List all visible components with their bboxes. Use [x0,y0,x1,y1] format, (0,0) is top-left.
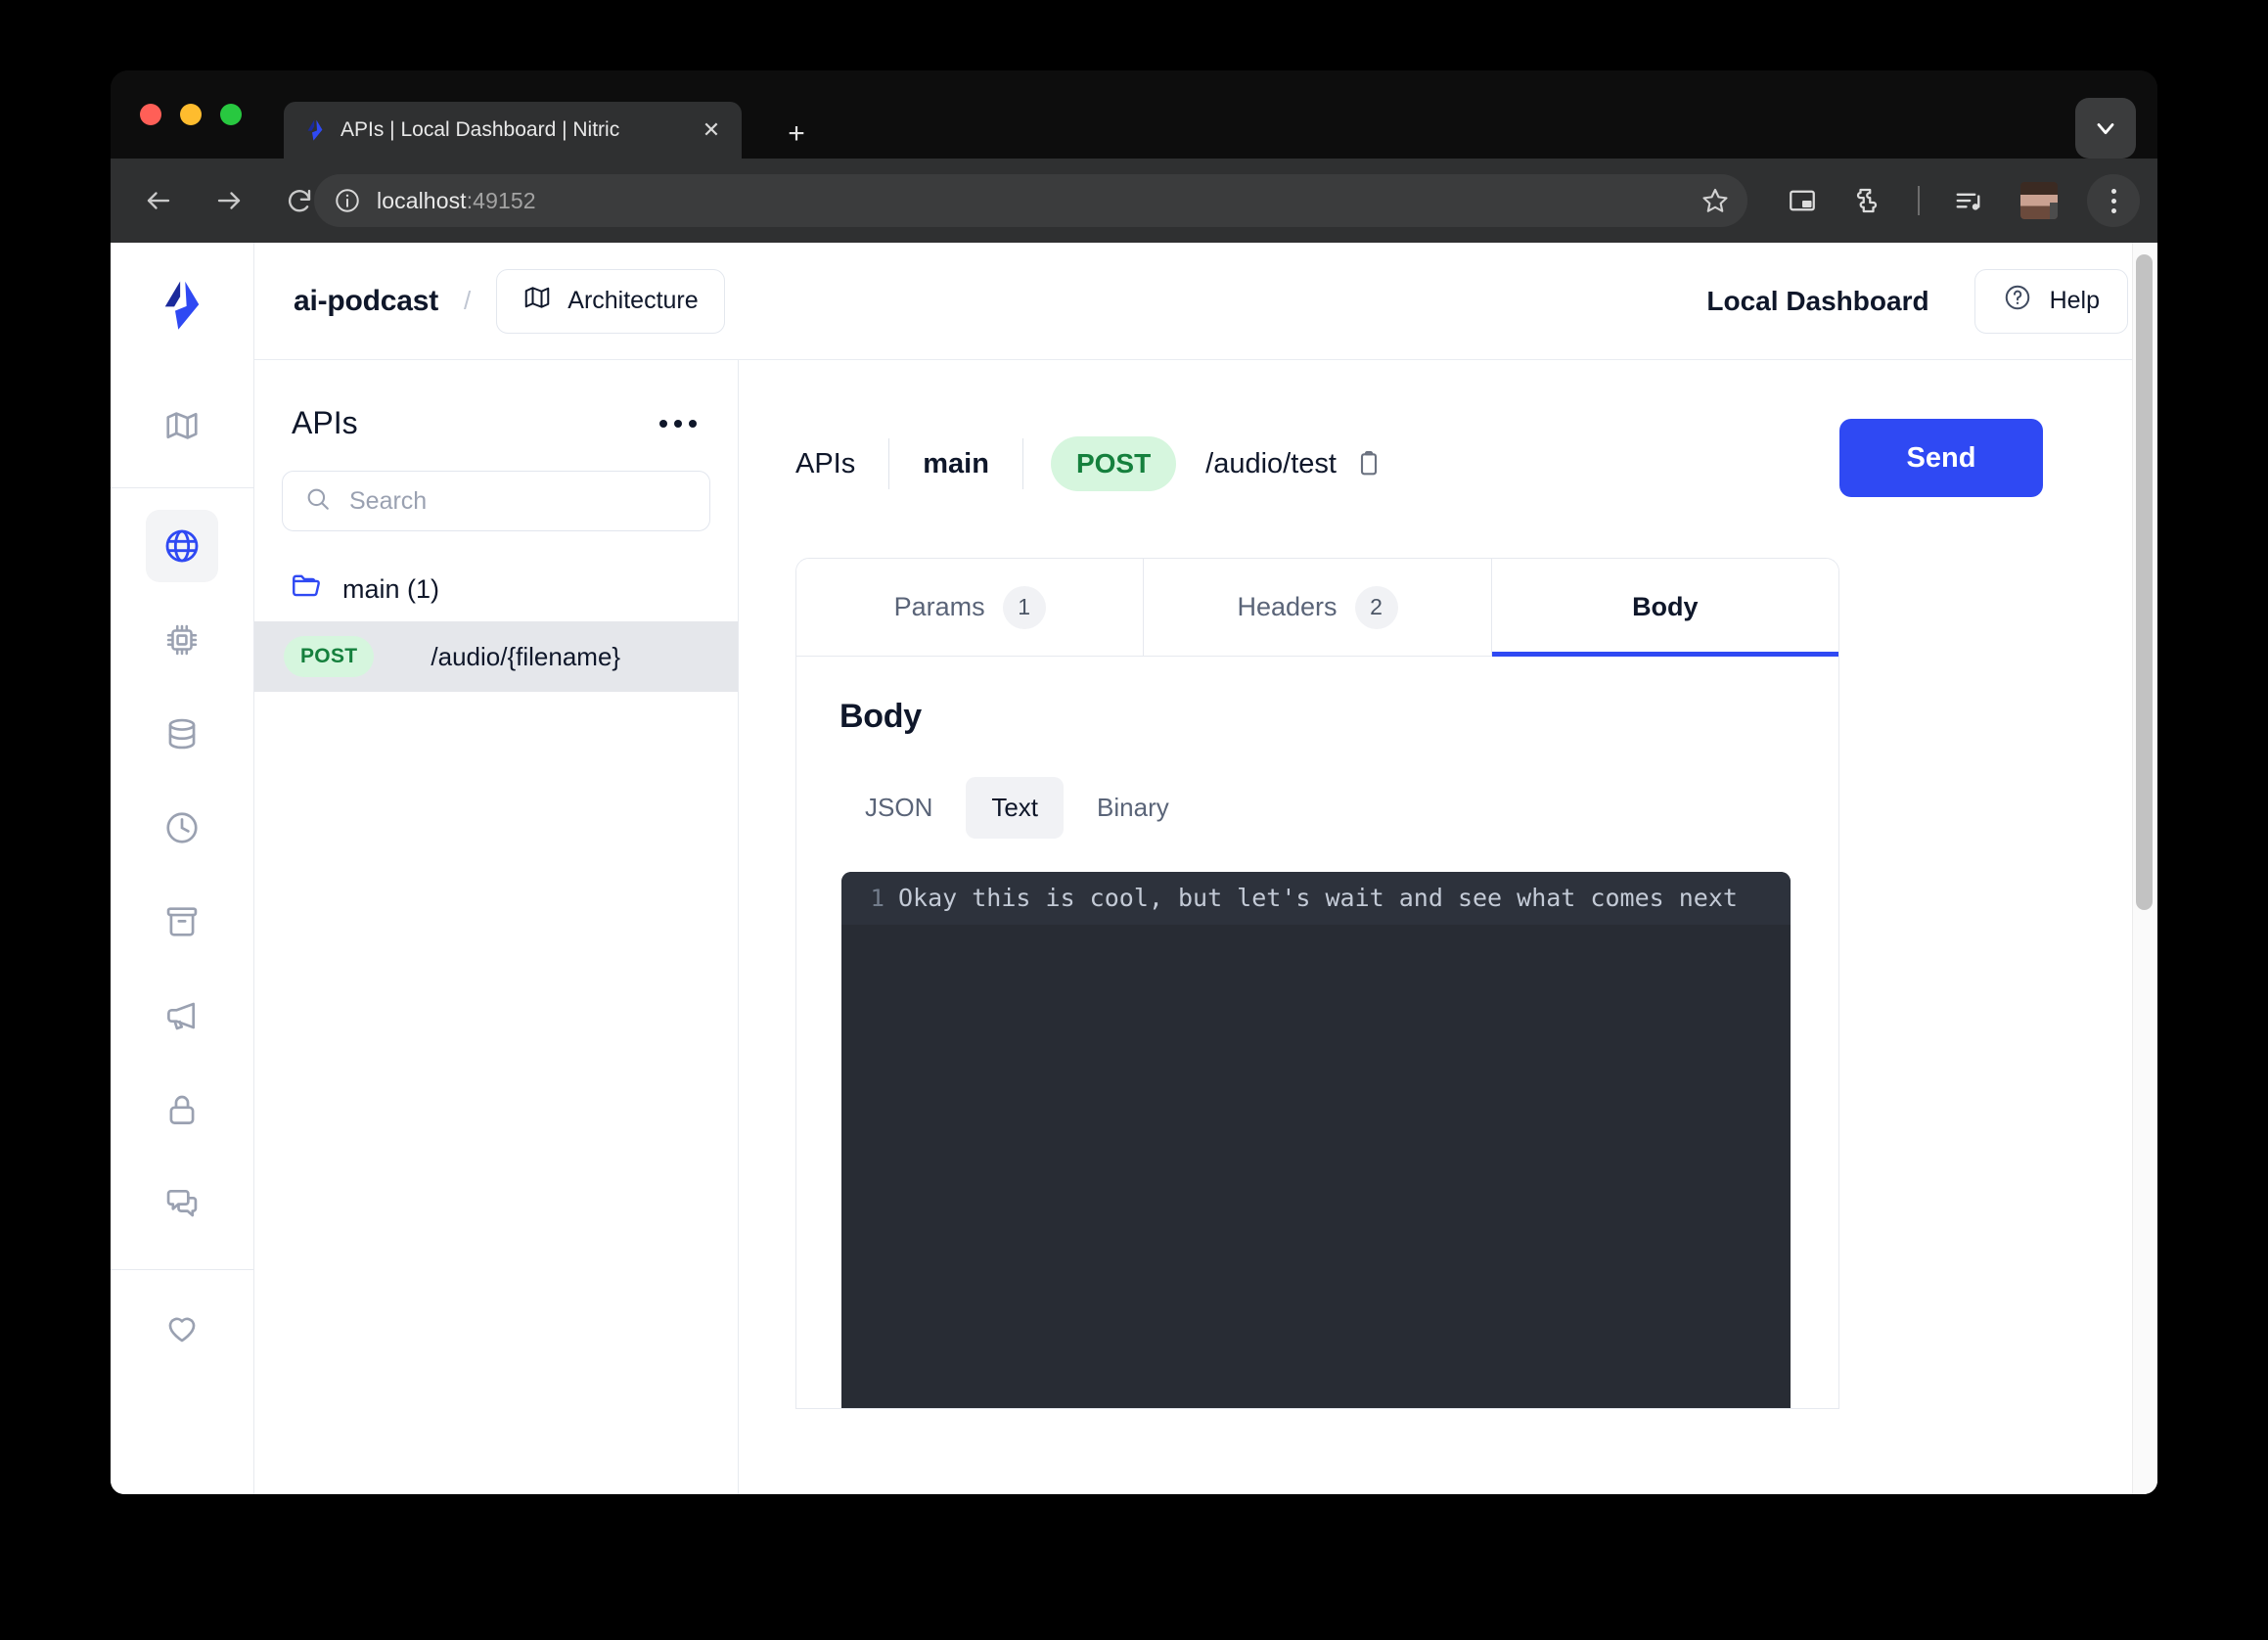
browser-toolbar: localhost:49152 [111,159,2157,243]
rail-divider-bottom [111,1269,254,1270]
three-dot-menu-icon[interactable] [2087,174,2140,227]
sidebar-item-architecture[interactable] [146,389,218,462]
apis-list-header: APIs [254,360,738,441]
plus-icon[interactable]: + [776,114,817,155]
breadcrumb-api[interactable]: main [889,448,1022,480]
folder-icon [290,569,323,610]
help-button[interactable]: Help [1973,268,2128,334]
body-format-json[interactable]: JSON [839,777,958,839]
picture-in-picture-icon[interactable] [1780,178,1825,223]
nitric-logo-icon[interactable] [151,274,213,337]
browser-tab-title: APIs | Local Dashboard | Nitric [340,118,620,141]
tab-body-label: Body [1632,592,1699,621]
page-viewport: ai-podcast / Architecture Local Dashboar… [111,243,2157,1494]
body-format-binary[interactable]: Binary [1071,777,1195,839]
tab-params[interactable]: Params 1 [796,559,1145,656]
list-item[interactable]: POST /audio/{filename} [254,621,738,692]
search-wrapper: Search [254,441,738,531]
nitric-logo-icon [303,118,327,142]
page-scrollbar-thumb[interactable] [2136,254,2153,910]
request-tabs: Params 1 Headers 2 Body [796,559,1838,657]
browser-window: APIs | Local Dashboard | Nitric ✕ + loca… [111,70,2157,1494]
back-arrow-icon[interactable] [132,174,185,227]
browser-tab[interactable]: APIs | Local Dashboard | Nitric ✕ [284,102,742,159]
sidebar-item-services[interactable] [146,604,218,676]
architecture-button-label: Architecture [567,287,699,314]
main-content: APIs main POST /audio/test Send Params 1 [739,360,2157,1494]
tab-headers-label: Headers [1237,592,1338,621]
status-badge: POST [284,636,375,677]
forward-arrow-icon[interactable] [203,174,255,227]
sidebar-item-schedules[interactable] [146,792,218,864]
tab-params-count: 1 [1002,585,1046,629]
line-number: 1 [870,885,885,912]
map-icon [522,283,552,319]
sidebar-item-databases[interactable] [146,698,218,770]
minimize-window-button[interactable] [180,104,202,125]
page-title: ai-podcast [294,284,439,317]
media-playlist-icon[interactable] [1946,178,1991,223]
rail-divider [111,487,254,488]
search-placeholder: Search [349,486,428,515]
sidebar-rail [111,243,254,1494]
body-format-text[interactable]: Text [966,777,1065,839]
tree-folder-main[interactable]: main (1) [254,557,738,621]
maximize-window-button[interactable] [220,104,242,125]
code-line: 1 Okay this is cool, but let's wait and … [841,872,1791,925]
tab-headers[interactable]: Headers 2 [1144,559,1492,656]
profile-avatar[interactable] [2020,182,2058,219]
close-window-button[interactable] [140,104,161,125]
code-content: Okay this is cool, but let's wait and se… [898,884,1738,912]
window-traffic-lights [140,104,242,125]
clipboard-copy-icon[interactable] [1354,449,1383,478]
header-right-group: Local Dashboard Help [1706,268,2128,334]
apis-list-panel: APIs Search main (1) POST /audio/{filena… [254,360,739,1494]
dashboard-label: Local Dashboard [1706,285,1929,316]
app-header: ai-podcast / Architecture Local Dashboar… [254,243,2157,360]
route-path: /audio/{filename} [431,641,621,671]
close-icon[interactable]: ✕ [695,114,728,147]
toolbar-divider [1918,186,1920,215]
three-dots-horizontal-icon[interactable] [656,410,701,437]
tab-body[interactable]: Body [1491,559,1838,657]
sidebar-item-secrets[interactable] [146,1073,218,1146]
sidebar-item-topics[interactable] [146,979,218,1052]
address-bar[interactable]: localhost:49152 [314,174,1747,227]
body-panel: Body JSON Text Binary 1 Okay this is coo… [796,657,1838,1408]
body-title: Body [839,698,922,735]
help-button-label: Help [2049,287,2100,314]
request-method-badge: POST [1050,436,1177,491]
apis-list-title: APIs [292,405,358,440]
breadcrumb-separator: / [464,286,472,315]
sidebar-item-sponsor[interactable] [146,1292,218,1364]
puzzle-piece-icon[interactable] [1844,178,1889,223]
request-card: Params 1 Headers 2 Body Body JSON Text B… [795,558,1839,1409]
sidebar-item-websockets[interactable] [146,1167,218,1240]
architecture-button[interactable]: Architecture [496,268,725,334]
breadcrumb-apis[interactable]: APIs [795,448,888,480]
search-input[interactable]: Search [282,471,710,531]
breadcrumb-divider-2 [1021,438,1023,489]
chevron-down-icon[interactable] [2075,98,2136,159]
request-path: /audio/test [1205,447,1337,479]
page-scrollbar-track[interactable] [2132,243,2157,1494]
address-bar-url: localhost:49152 [377,187,536,213]
body-code-editor[interactable]: 1 Okay this is cool, but let's wait and … [841,872,1791,1408]
sidebar-item-apis[interactable] [146,510,218,582]
info-circle-icon[interactable] [332,185,363,216]
sidebar-item-storage[interactable] [146,886,218,958]
tab-headers-count: 2 [1354,585,1398,629]
tab-params-label: Params [893,592,985,621]
send-button[interactable]: Send [1839,419,2043,497]
search-icon [304,485,332,518]
body-format-toggle: JSON Text Binary [839,777,1795,839]
browser-tab-strip: APIs | Local Dashboard | Nitric ✕ + [111,70,2157,159]
tree-folder-label: main (1) [342,573,440,604]
question-circle-icon [2003,283,2032,319]
star-icon[interactable] [1699,184,1732,217]
